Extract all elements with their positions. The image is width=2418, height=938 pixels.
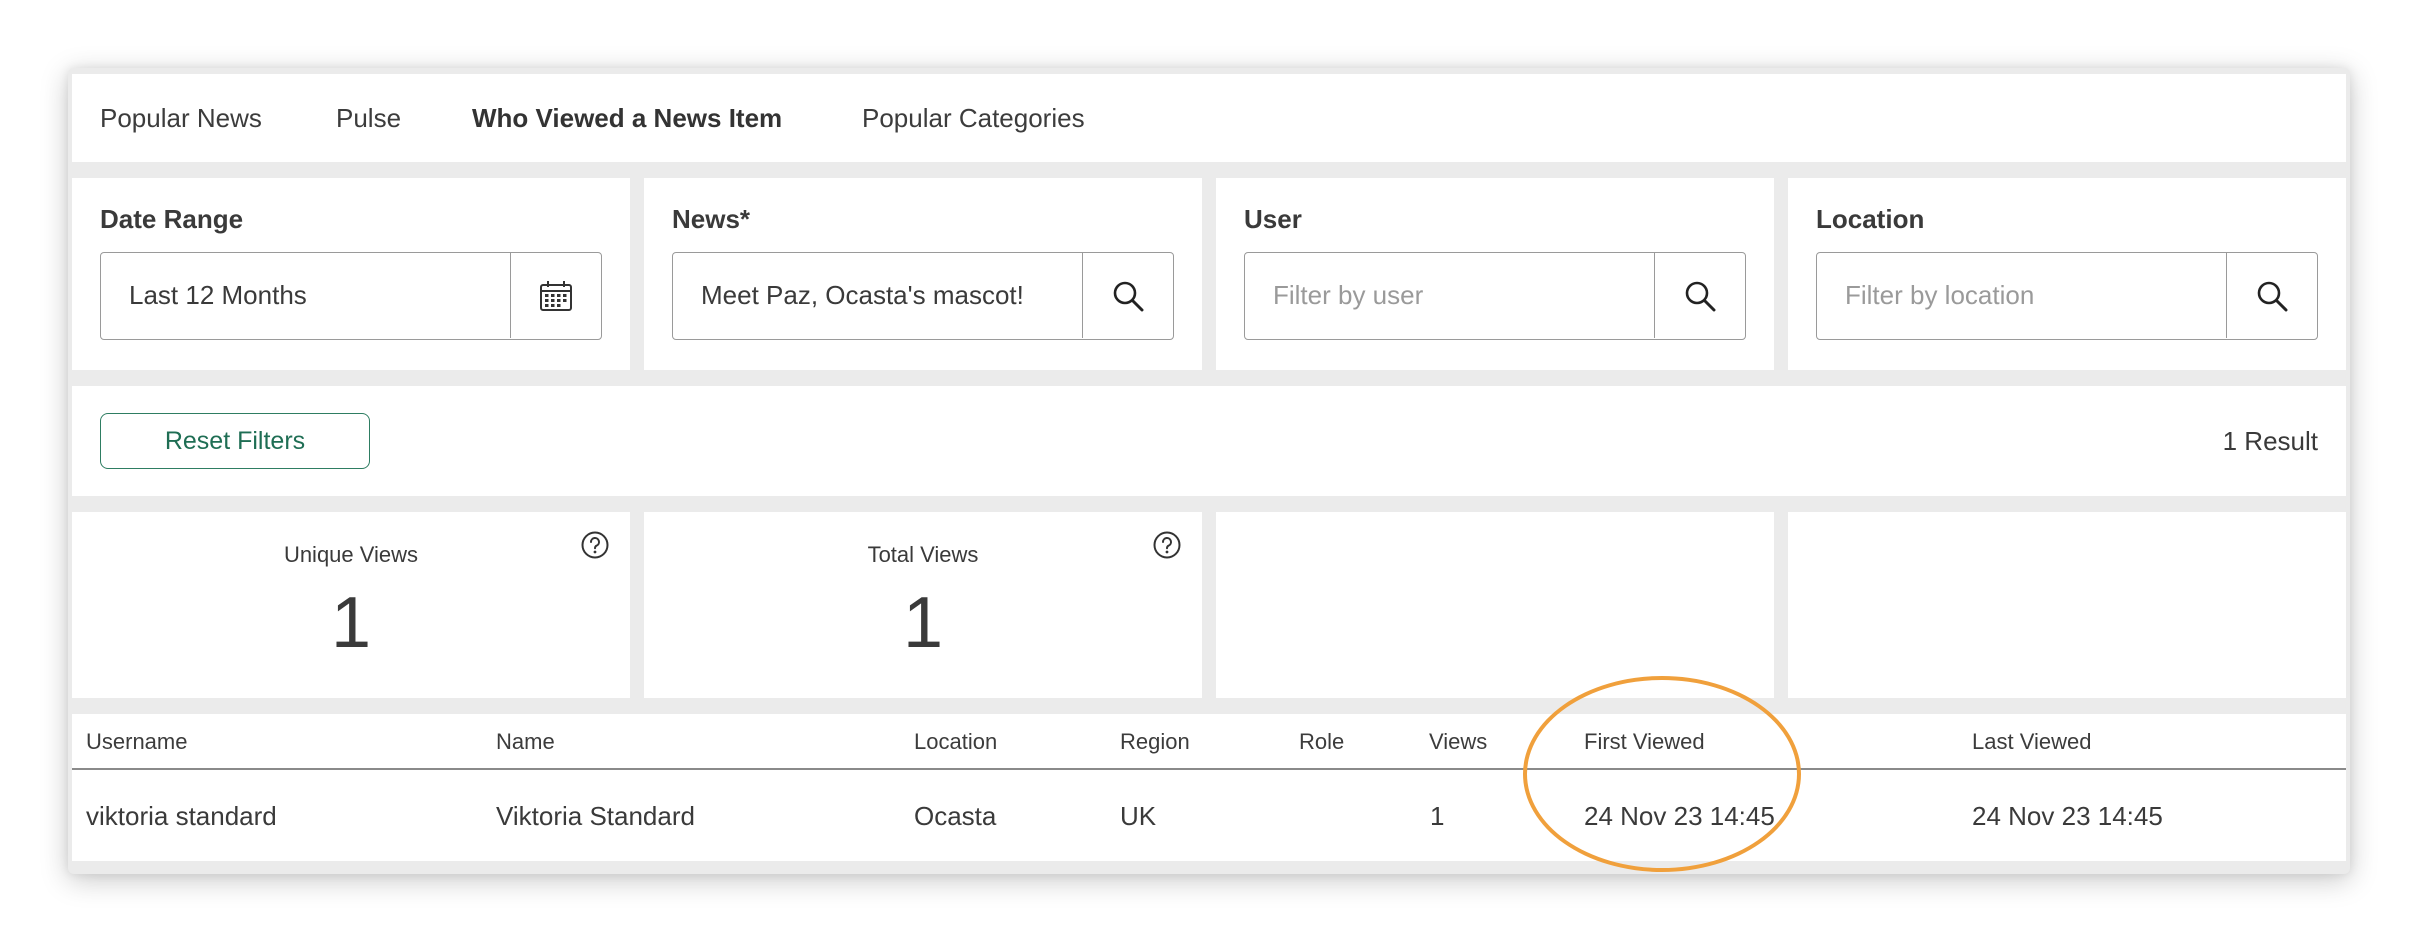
cell-region: UK (1120, 801, 1157, 831)
help-icon[interactable] (580, 530, 610, 560)
col-name[interactable]: Name (496, 714, 555, 770)
help-icon[interactable] (1152, 530, 1182, 560)
table-header: Username Name Location Region Role Views… (72, 714, 2346, 770)
reset-filters-button[interactable]: Reset Filters (100, 413, 370, 469)
col-views[interactable]: Views (1429, 714, 1487, 770)
news-filter: News* Meet Paz, Ocasta's mascot! (644, 178, 1202, 370)
user-filter: User Filter by user (1216, 178, 1774, 370)
location-field[interactable]: Filter by location (1816, 252, 2318, 340)
total-views-label: Total Views (867, 542, 979, 567)
search-icon (1685, 281, 1716, 311)
date-range-picker-button[interactable] (510, 253, 601, 338)
location-input[interactable]: Filter by location (1845, 253, 2034, 338)
col-first-viewed[interactable]: First Viewed (1584, 714, 1705, 770)
calendar-icon (540, 280, 572, 311)
col-role[interactable]: Role (1299, 714, 1344, 770)
cell-views: 1 (1430, 801, 1445, 831)
user-field[interactable]: Filter by user (1244, 252, 1746, 340)
empty-stat-card (1788, 512, 2346, 698)
report-tabs: Popular News Pulse Who Viewed a News Ite… (72, 74, 2346, 162)
col-region[interactable]: Region (1120, 714, 1190, 770)
result-count: 1 Result (2222, 426, 2318, 456)
empty-stat-card (1216, 512, 1774, 698)
location-search-button[interactable] (2226, 253, 2317, 338)
unique-views-card: Unique Views 1 (72, 512, 630, 698)
user-label: User (1244, 204, 1302, 234)
cell-first-viewed: 24 Nov 23 14:45 (1584, 801, 1775, 831)
news-search-button[interactable] (1082, 253, 1173, 338)
col-username[interactable]: Username (86, 714, 187, 770)
search-icon (1113, 281, 1144, 311)
cell-location: Ocasta (914, 801, 997, 831)
news-label: News* (672, 204, 751, 234)
news-value[interactable]: Meet Paz, Ocasta's mascot! (701, 253, 1024, 338)
tab-pulse[interactable]: Pulse (336, 74, 401, 162)
tab-popular-news[interactable]: Popular News (100, 74, 262, 162)
col-location[interactable]: Location (914, 714, 997, 770)
cell-last-viewed: 24 Nov 23 14:45 (1972, 801, 2163, 831)
location-label: Location (1816, 204, 1925, 234)
news-field[interactable]: Meet Paz, Ocasta's mascot! (672, 252, 1174, 340)
unique-views-value: 1 (330, 583, 372, 663)
search-icon (2257, 281, 2288, 311)
table-row[interactable]: viktoria standard Viktoria Standard Ocas… (72, 772, 2346, 861)
date-range-filter: Date Range Last 12 Months (72, 178, 630, 370)
date-range-label: Date Range (100, 204, 244, 234)
total-views-card: Total Views 1 (644, 512, 1202, 698)
date-range-field[interactable]: Last 12 Months (100, 252, 602, 340)
col-last-viewed[interactable]: Last Viewed (1972, 714, 2091, 770)
views-table: Username Name Location Region Role Views… (72, 714, 2346, 861)
user-search-button[interactable] (1654, 253, 1745, 338)
cell-name: Viktoria Standard (496, 801, 695, 831)
user-input[interactable]: Filter by user (1273, 253, 1423, 338)
tab-popular-categories[interactable]: Popular Categories (862, 74, 1085, 162)
tab-who-viewed-news-item[interactable]: Who Viewed a News Item (472, 74, 782, 162)
unique-views-label: Unique Views (283, 542, 419, 567)
filter-actions-bar: Reset Filters 1 Result (72, 386, 2346, 496)
location-filter: Location Filter by location (1788, 178, 2346, 370)
total-views-value: 1 (902, 583, 944, 663)
cell-username: viktoria standard (86, 801, 277, 831)
date-range-value[interactable]: Last 12 Months (129, 253, 307, 338)
